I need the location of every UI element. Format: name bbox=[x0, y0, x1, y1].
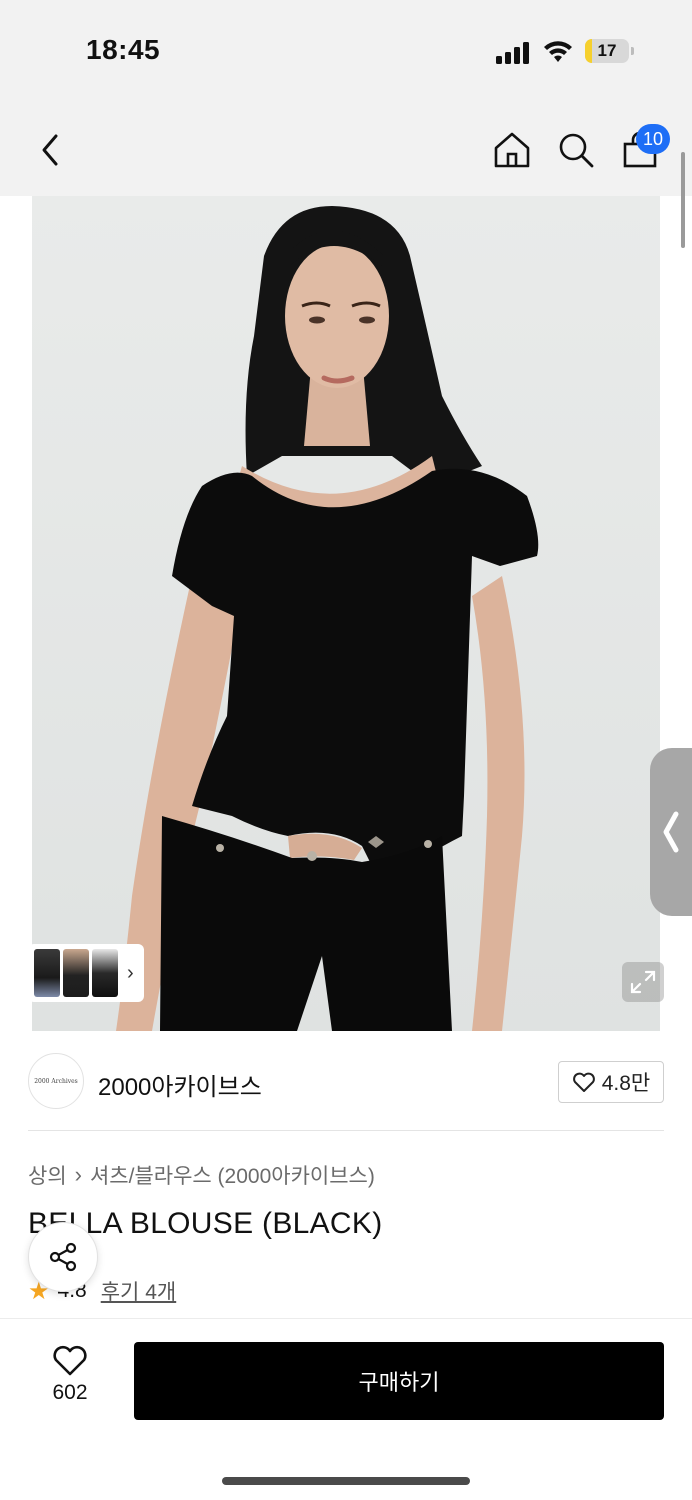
home-icon bbox=[494, 132, 530, 168]
bottom-action-bar: 602 구매하기 bbox=[0, 1318, 692, 1500]
home-button[interactable] bbox=[490, 128, 534, 172]
brand-row[interactable]: 2000 Archives 2000아카이브스 4.8만 bbox=[0, 1031, 692, 1131]
model-photo bbox=[116, 206, 539, 1031]
scrollbar[interactable] bbox=[681, 152, 685, 248]
heart-icon bbox=[53, 1345, 87, 1376]
review-link[interactable]: 후기 4개 bbox=[101, 1276, 176, 1306]
gallery-thumbnail[interactable] bbox=[34, 949, 60, 997]
breadcrumb-item[interactable]: 상의 bbox=[28, 1160, 67, 1190]
top-nav bbox=[0, 100, 692, 196]
expand-button[interactable] bbox=[622, 962, 664, 1002]
home-indicator[interactable] bbox=[222, 1477, 470, 1485]
breadcrumb-item[interactable]: 셔츠/블라우스 (2000아카이브스) bbox=[90, 1160, 375, 1190]
brand-name[interactable]: 2000아카이브스 bbox=[98, 1067, 262, 1102]
gallery-thumbnail[interactable] bbox=[63, 949, 89, 997]
wishlist-button[interactable]: 602 bbox=[34, 1345, 106, 1415]
search-icon bbox=[559, 133, 594, 168]
cellular-signal-icon bbox=[496, 40, 532, 64]
battery-icon: 17 bbox=[585, 39, 629, 63]
gallery-thumbnails[interactable]: › bbox=[28, 944, 144, 1002]
back-button[interactable] bbox=[30, 128, 70, 172]
battery-level: 17 bbox=[597, 41, 617, 60]
brand-like-button[interactable]: 4.8만 bbox=[558, 1061, 664, 1103]
chevron-right-icon: › bbox=[127, 961, 134, 984]
share-button[interactable] bbox=[28, 1222, 98, 1292]
chevron-right-icon: › bbox=[74, 1162, 82, 1187]
battery-tip bbox=[631, 47, 634, 55]
share-icon bbox=[49, 1242, 77, 1272]
cart-count-badge: 10 bbox=[636, 124, 670, 154]
heart-icon bbox=[572, 1072, 595, 1092]
back-icon bbox=[42, 134, 58, 166]
wifi-icon bbox=[542, 38, 574, 64]
product-image[interactable] bbox=[32, 196, 660, 1031]
breadcrumb: 상의 › 셔츠/블라우스 (2000아카이브스) bbox=[28, 1160, 375, 1190]
status-bar: 18:45 17 bbox=[0, 0, 692, 100]
expand-icon bbox=[630, 970, 656, 994]
gallery-thumbnail[interactable] bbox=[92, 949, 118, 997]
search-button[interactable] bbox=[554, 128, 598, 172]
chevron-left-icon bbox=[663, 811, 679, 853]
brand-like-count: 4.8만 bbox=[601, 1072, 651, 1095]
brand-logo[interactable]: 2000 Archives bbox=[28, 1053, 84, 1109]
side-panel-tab[interactable] bbox=[650, 748, 692, 916]
divider bbox=[28, 1130, 664, 1131]
wishlist-count: 602 bbox=[52, 1381, 88, 1404]
status-time: 18:45 bbox=[86, 34, 161, 65]
buy-button[interactable]: 구매하기 bbox=[134, 1342, 664, 1420]
